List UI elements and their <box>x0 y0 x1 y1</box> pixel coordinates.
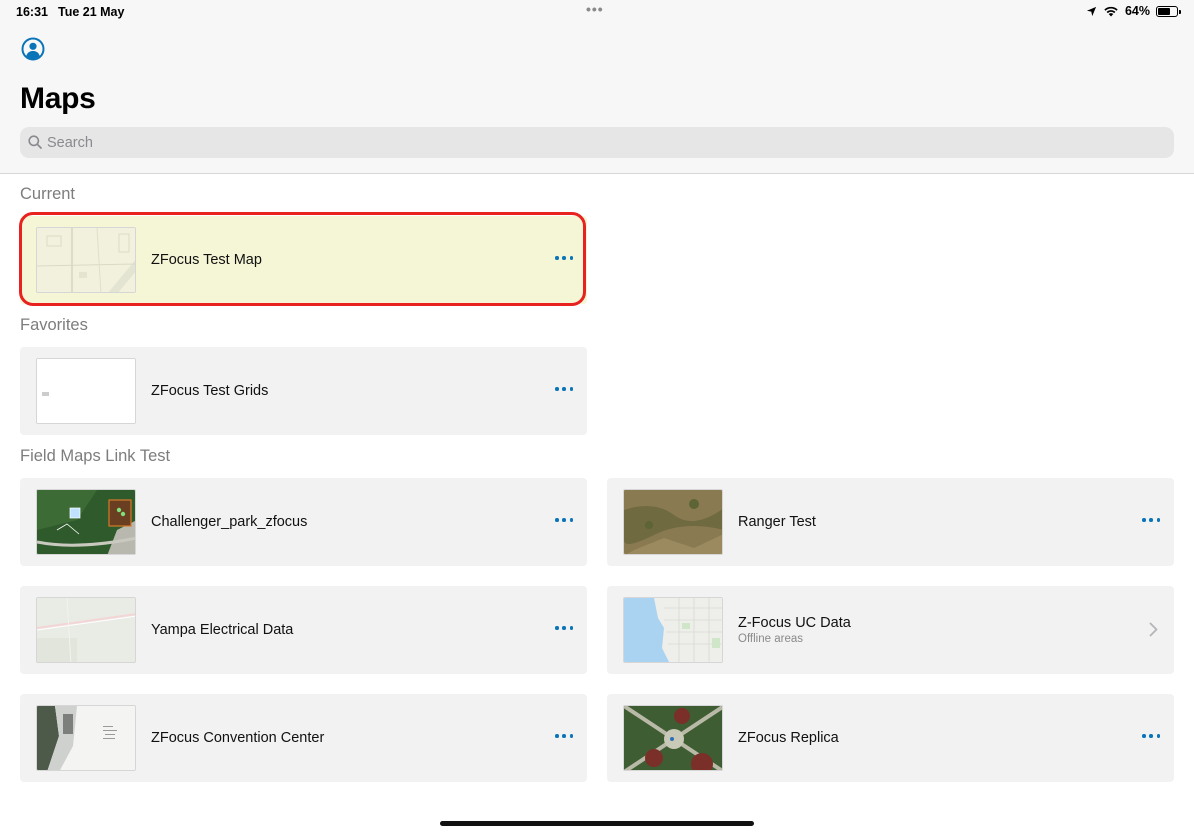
map-title: ZFocus Convention Center <box>151 730 325 746</box>
map-card-ranger-test[interactable]: Ranger Test <box>607 478 1174 566</box>
map-title: Ranger Test <box>738 514 816 530</box>
map-title: ZFocus Test Map <box>151 252 262 268</box>
map-card-yampa-electrical-data[interactable]: Yampa Electrical Data <box>20 586 587 674</box>
search-input[interactable] <box>47 127 1147 158</box>
map-thumbnail <box>36 597 136 663</box>
user-profile-icon <box>21 37 45 61</box>
chevron-right-icon[interactable] <box>1149 622 1158 637</box>
navigation-header: 16:31 Tue 21 May ••• 64% Maps <box>0 0 1194 174</box>
map-thumbnail <box>36 705 136 771</box>
map-card-zfocus-test-map[interactable]: ZFocus Test Map <box>20 216 587 304</box>
more-options-icon[interactable] <box>555 379 573 399</box>
map-title: ZFocus Test Grids <box>151 383 269 399</box>
map-title: ZFocus Replica <box>738 730 839 746</box>
more-options-icon[interactable] <box>1142 726 1160 746</box>
battery-percent: 64% <box>1124 4 1150 18</box>
map-thumbnail <box>623 489 723 555</box>
map-card-zfocus-convention-center[interactable]: ZFocus Convention Center <box>20 694 587 782</box>
section-label-favorites: Favorites <box>20 316 88 334</box>
more-options-icon[interactable] <box>555 618 573 638</box>
more-options-icon[interactable] <box>555 248 573 268</box>
status-time: 16:31 <box>16 5 48 19</box>
map-thumbnail <box>623 597 723 663</box>
map-thumbnail <box>36 489 136 555</box>
location-arrow-icon <box>1086 6 1097 16</box>
map-title: Challenger_park_zfocus <box>151 514 308 530</box>
page-title: Maps <box>20 82 96 115</box>
profile-button[interactable] <box>21 37 45 61</box>
status-indicators: 64% <box>1086 4 1181 18</box>
search-icon <box>28 135 42 149</box>
map-title: Z-Focus UC Data <box>738 615 851 631</box>
map-subtitle: Offline areas <box>738 633 803 645</box>
section-label-field-maps-link-test: Field Maps Link Test <box>20 447 171 465</box>
battery-icon <box>1156 5 1181 17</box>
wifi-icon <box>1104 6 1118 17</box>
map-card-z-focus-uc-data[interactable]: Z-Focus UC Data Offline areas <box>607 586 1174 674</box>
section-label-current: Current <box>20 185 76 203</box>
home-indicator[interactable] <box>440 821 754 826</box>
status-bar: 16:31 Tue 21 May ••• 64% <box>0 0 1194 24</box>
map-card-zfocus-replica[interactable]: ZFocus Replica <box>607 694 1174 782</box>
map-title: Yampa Electrical Data <box>151 622 294 638</box>
map-thumbnail <box>36 227 136 293</box>
map-card-zfocus-test-grids[interactable]: ZFocus Test Grids <box>20 347 587 435</box>
status-date: Tue 21 May <box>58 5 125 19</box>
map-thumbnail <box>623 705 723 771</box>
more-options-icon[interactable] <box>1142 510 1160 530</box>
map-thumbnail <box>36 358 136 424</box>
search-bar[interactable] <box>20 127 1174 158</box>
more-options-icon[interactable] <box>555 726 573 746</box>
more-options-icon[interactable] <box>555 510 573 530</box>
multitasking-indicator[interactable]: ••• <box>586 1 604 17</box>
map-card-challenger-park-zfocus[interactable]: Challenger_park_zfocus <box>20 478 587 566</box>
